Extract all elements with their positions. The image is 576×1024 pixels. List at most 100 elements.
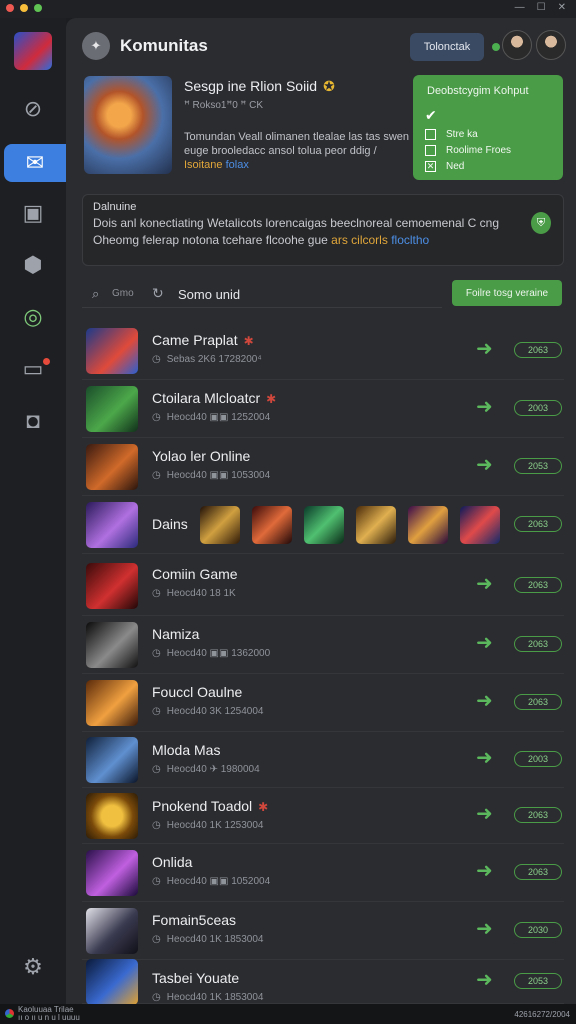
game-thumbnail[interactable]	[86, 386, 138, 432]
sidebar-item-target[interactable]: ◎	[0, 298, 66, 336]
arrow-right-icon[interactable]: ➜	[476, 861, 498, 881]
list-item[interactable]: Namiza ◷ Heocd40 ▣▣ 1362000 ➜ 2063	[82, 616, 564, 674]
count-badge[interactable]: 2063	[514, 516, 562, 532]
gallery-thumbnail[interactable]	[460, 506, 500, 544]
game-title[interactable]: Fouccl Oaulne	[152, 684, 242, 700]
sidebar-item-speedometer[interactable]: ⊘	[0, 90, 66, 128]
featured-desc-link[interactable]: folax	[226, 159, 249, 171]
arrow-right-icon[interactable]: ➜	[476, 691, 498, 711]
close-icon[interactable]: ✕	[558, 2, 566, 13]
game-title[interactable]: Mloda Mas	[152, 742, 220, 758]
sidebar-item-cube[interactable]: ⬢	[0, 246, 66, 284]
featured-thumbnail[interactable]	[84, 76, 172, 174]
checkbox[interactable]	[425, 145, 436, 156]
minimize-icon[interactable]: —	[515, 2, 525, 13]
game-thumbnail[interactable]	[86, 793, 138, 839]
count-badge[interactable]: 2003	[514, 400, 562, 416]
app-logo[interactable]	[14, 32, 52, 70]
sidebar-item-briefcase[interactable]: ▣	[0, 194, 66, 232]
list-item[interactable]: Came Praplat ✱ ◷ Sebas 2K6 1728200⁴ ➜ 2063	[82, 322, 564, 380]
gallery-thumbnail[interactable]	[408, 506, 448, 544]
checklist-item[interactable]: Stre ka	[425, 129, 551, 140]
game-thumbnail[interactable]	[86, 908, 138, 954]
gallery-thumbnail[interactable]	[356, 506, 396, 544]
game-title[interactable]: Comiin Game	[152, 566, 238, 582]
checkbox-x[interactable]: ✕	[425, 161, 436, 172]
checklist-item[interactable]: ✕ Ned	[425, 161, 551, 172]
game-title[interactable]: Ctoilara Mlcloatcr ✱	[152, 390, 276, 406]
info-highlight[interactable]: ars cilcorls	[331, 233, 388, 247]
minimize-window-button[interactable]	[20, 4, 28, 12]
featured-desc-highlight[interactable]: Isoitane	[184, 159, 223, 171]
list-item[interactable]: Yolao ler Online ◷ Heocd40 ▣▣ 1053004 ➜ 2053	[82, 438, 564, 496]
filter-button[interactable]: Foilre tosg veraine	[452, 280, 562, 306]
game-title[interactable]: Yolao ler Online	[152, 448, 250, 464]
count-badge[interactable]: 2063	[514, 864, 562, 880]
list-item[interactable]: Mloda Mas ◷ Heocd40 ✈ 1980004 ➜ 2003	[82, 732, 564, 788]
game-thumbnail[interactable]	[86, 444, 138, 490]
shield-icon[interactable]: ⛨	[531, 212, 551, 234]
maximize-window-button[interactable]	[34, 4, 42, 12]
arrow-right-icon[interactable]: ➜	[476, 804, 498, 824]
featured-card[interactable]: Sesgp ine Rlion Soiid ✪ ꟸ Rokso1ꟸ0 ꟸ CK T…	[80, 74, 410, 180]
game-title[interactable]: Dains	[152, 516, 188, 532]
gallery-thumbnail[interactable]	[200, 506, 240, 544]
game-thumbnail[interactable]	[86, 328, 138, 374]
list-item[interactable]: Onlida ◷ Heocd40 ▣▣ 1052004 ➜ 2063	[82, 844, 564, 902]
arrow-right-icon[interactable]: ➜	[476, 633, 498, 653]
game-thumbnail[interactable]	[86, 959, 138, 1005]
count-badge[interactable]: 2063	[514, 577, 562, 593]
close-window-button[interactable]	[6, 4, 14, 12]
count-badge[interactable]: 2063	[514, 694, 562, 710]
arrow-right-icon[interactable]: ➜	[476, 574, 498, 594]
game-title[interactable]: Came Praplat ✱	[152, 332, 254, 348]
list-item[interactable]: Tasbei Youate ◷ Heocd40 1K 1853004 ➜ 2053	[82, 959, 564, 1005]
sidebar-item-camera[interactable]: ◘	[0, 402, 66, 440]
count-badge[interactable]: 2063	[514, 342, 562, 358]
list-item[interactable]: Comiin Game ◷ Heocd40 18 1K ➜ 2063	[82, 556, 564, 616]
avatar[interactable]	[536, 30, 566, 60]
game-thumbnail[interactable]	[86, 737, 138, 783]
count-badge[interactable]: 2003	[514, 751, 562, 767]
sidebar-item-mail[interactable]: ✉	[4, 144, 66, 182]
arrow-right-icon[interactable]: ➜	[476, 397, 498, 417]
list-item[interactable]: Ctoilara Mlcloatcr ✱ ◷ Heocd40 ▣▣ 1252004 ➜ 2…	[82, 380, 564, 438]
game-thumbnail[interactable]	[86, 502, 138, 548]
arrow-right-icon[interactable]: ➜	[476, 455, 498, 475]
game-thumbnail[interactable]	[86, 850, 138, 896]
game-title[interactable]: Onlida	[152, 854, 192, 870]
header-action-button[interactable]: Tolonctak	[410, 33, 484, 61]
list-item[interactable]: Fouccl Oaulne ◷ Heocd40 3K 1254004 ➜ 2063	[82, 674, 564, 732]
arrow-right-icon[interactable]: ➜	[476, 748, 498, 768]
game-title[interactable]: Pnokend Toadol ✱	[152, 798, 268, 814]
arrow-right-icon[interactable]: ➜	[476, 919, 498, 939]
gallery-thumbnail[interactable]	[252, 506, 292, 544]
gallery-thumbnail[interactable]	[304, 506, 344, 544]
game-title[interactable]: Fomain5ceas	[152, 912, 236, 928]
info-link[interactable]: flocltho	[391, 233, 429, 247]
list-item[interactable]: Dains 2063	[82, 496, 564, 554]
avatar[interactable]	[502, 30, 532, 60]
list-item[interactable]: Fomain5ceas ◷ Heocd40 1K 1853004 ➜ 2030	[82, 902, 564, 960]
checklist-item[interactable]: ✔	[425, 107, 551, 124]
count-badge[interactable]: 2053	[514, 458, 562, 474]
search-input[interactable]: ⌕ Gmo ↻ Somo unid	[82, 280, 442, 308]
count-badge[interactable]: 2053	[514, 973, 562, 989]
checklist-item[interactable]: Roolime Froes	[425, 145, 551, 156]
count-badge[interactable]: 2030	[514, 922, 562, 938]
arrow-right-icon[interactable]: ➜	[476, 970, 498, 990]
count-badge[interactable]: 2063	[514, 636, 562, 652]
game-title[interactable]: Namiza	[152, 626, 199, 642]
arrow-right-icon[interactable]: ➜	[476, 339, 498, 359]
list-item[interactable]: Pnokend Toadol ✱ ◷ Heocd40 1K 1253004 ➜ 2063	[82, 788, 564, 844]
game-thumbnail[interactable]	[86, 622, 138, 668]
game-thumbnail[interactable]	[86, 680, 138, 726]
restore-icon[interactable]: ☐	[537, 2, 546, 13]
game-thumbnail[interactable]	[86, 563, 138, 609]
count-badge[interactable]: 2063	[514, 807, 562, 823]
sidebar-item-settings[interactable]: ⚙	[0, 948, 66, 986]
game-title[interactable]: Tasbei Youate	[152, 970, 239, 986]
sidebar-item-monitor[interactable]: ▭	[0, 350, 66, 388]
refresh-icon[interactable]: ↻	[152, 285, 164, 302]
checkbox[interactable]	[425, 129, 436, 140]
